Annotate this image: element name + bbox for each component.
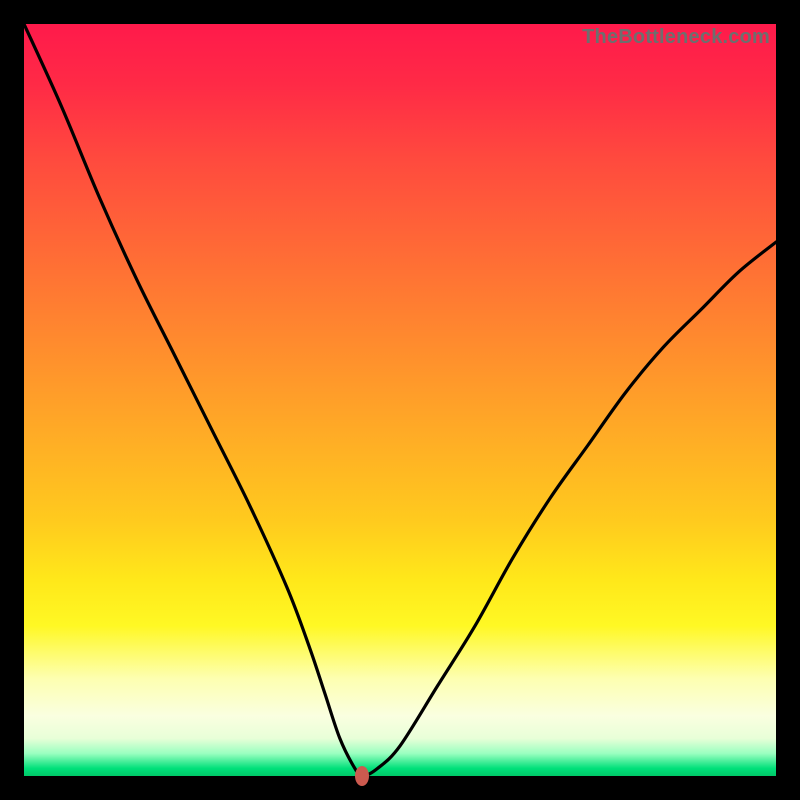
chart-frame: TheBottleneck.com (0, 0, 800, 800)
plot-area: TheBottleneck.com (24, 24, 776, 776)
optimal-point-marker (355, 766, 369, 786)
curve-svg (24, 24, 776, 776)
bottleneck-curve (24, 24, 776, 776)
